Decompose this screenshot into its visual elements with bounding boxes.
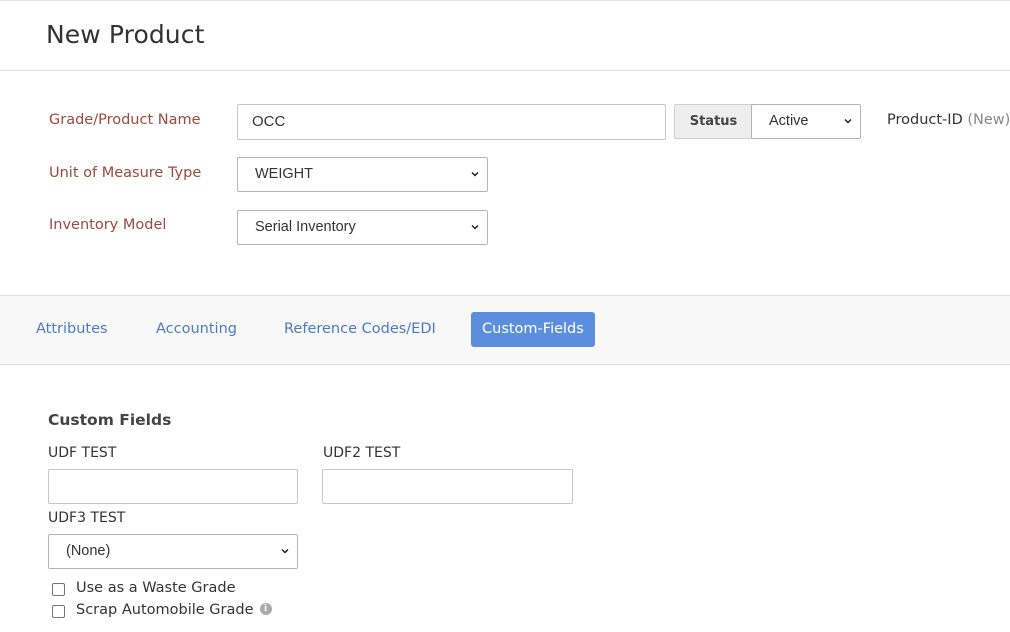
chevron-down-icon	[281, 548, 289, 554]
chevron-down-icon	[844, 118, 852, 124]
uom-type-select-value: WEIGHT	[255, 166, 313, 182]
scrap-auto-checkbox[interactable]	[52, 605, 65, 618]
page-title: New Product	[46, 20, 205, 49]
chevron-down-icon	[471, 224, 479, 230]
product-id: Product-ID (New)	[887, 112, 1010, 128]
status-label: Status	[674, 104, 752, 139]
waste-grade-label[interactable]: Use as a Waste Grade	[76, 580, 236, 596]
tab-attributes[interactable]: Attributes	[25, 312, 119, 347]
udf2-test-label: UDF2 TEST	[323, 445, 401, 461]
product-id-label: Product-ID	[887, 112, 963, 128]
inventory-model-label: Inventory Model	[49, 217, 167, 233]
tab-reference-codes-edi[interactable]: Reference Codes/EDI	[273, 312, 447, 347]
grade-name-input[interactable]: OCC	[237, 104, 666, 140]
uom-type-select[interactable]: WEIGHT	[237, 157, 488, 192]
product-id-value: (New)	[967, 112, 1010, 128]
inventory-model-select-value: Serial Inventory	[255, 219, 356, 235]
chevron-down-icon	[471, 171, 479, 177]
info-icon[interactable]: i	[259, 603, 272, 615]
custom-fields-title: Custom Fields	[48, 411, 172, 429]
tab-bar: Attributes Accounting Reference Codes/ED…	[0, 295, 1010, 365]
header-divider	[0, 70, 1010, 71]
udf3-test-label: UDF3 TEST	[48, 510, 126, 526]
tab-custom-fields[interactable]: Custom-Fields	[471, 312, 595, 347]
top-border	[0, 0, 1010, 1]
status-select[interactable]: Active	[751, 104, 861, 139]
waste-grade-checkbox[interactable]	[52, 583, 65, 596]
udf3-test-select-value: (None)	[66, 543, 111, 559]
status-select-value: Active	[769, 113, 809, 129]
udf3-test-select[interactable]: (None)	[48, 534, 298, 569]
udf-test-label: UDF TEST	[48, 445, 117, 461]
grade-name-label: Grade/Product Name	[49, 112, 201, 128]
inventory-model-select[interactable]: Serial Inventory	[237, 210, 488, 245]
tab-accounting[interactable]: Accounting	[145, 312, 248, 347]
scrap-auto-label-wrap: Scrap Automobile Grade i	[76, 602, 272, 618]
uom-type-label: Unit of Measure Type	[49, 165, 202, 181]
scrap-auto-label[interactable]: Scrap Automobile Grade	[76, 602, 254, 618]
udf2-test-input[interactable]	[322, 469, 573, 504]
udf-test-input[interactable]	[48, 469, 298, 504]
